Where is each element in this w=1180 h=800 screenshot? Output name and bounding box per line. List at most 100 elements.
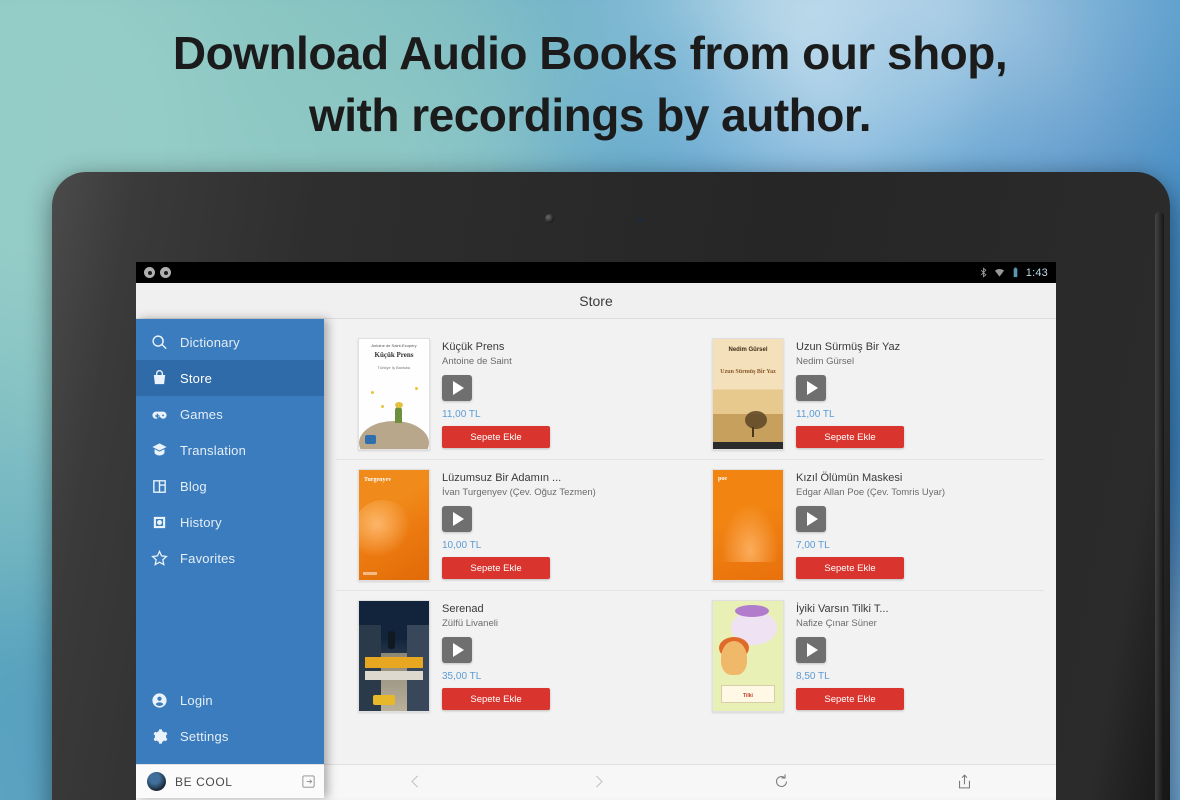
book-meta: Serenad Zülfü Livaneli 35,00 TL Sepete E… [442, 600, 690, 712]
sidebar-item-store[interactable]: Store [136, 360, 324, 396]
play-icon[interactable] [796, 506, 826, 532]
book-title: Küçük Prens [442, 341, 505, 353]
book-cover[interactable]: poe [712, 469, 784, 581]
tablet-device-frame: 1:43 Store Dictionary Store Games Transl… [52, 172, 1170, 800]
logout-icon[interactable] [301, 774, 316, 789]
sidebar-item-login[interactable]: Login [136, 682, 324, 718]
sidebar-item-label: Games [180, 406, 223, 422]
book-author: Edgar Allan Poe (Çev. Tomris Uyar) [796, 487, 946, 498]
refresh-icon[interactable] [690, 773, 873, 790]
avatar [147, 772, 166, 791]
forward-chevron-icon[interactable] [507, 773, 690, 790]
sidebar-item-history[interactable]: History [136, 504, 324, 540]
cover-title: poe [718, 476, 727, 482]
drawer-primary-section: Dictionary Store Games Translation Blog … [136, 319, 324, 576]
cover-swirl-shape [359, 500, 413, 560]
sidebar-item-label: Blog [180, 478, 207, 494]
star-icon [415, 387, 418, 390]
cover-author-band [365, 657, 423, 668]
sidebar-item-settings[interactable]: Settings [136, 718, 324, 754]
back-chevron-icon[interactable] [324, 773, 507, 790]
sidebar-item-translation[interactable]: Translation [136, 432, 324, 468]
star-icon [371, 391, 374, 394]
table-row: Serenad Zülfü Livaneli 35,00 TL Sepete E… [336, 591, 1044, 721]
book-title: Serenad [442, 603, 484, 615]
book-cover[interactable]: Turgenyev [358, 469, 430, 581]
cover-author: Antoine de Saint-Exupéry [371, 343, 417, 348]
cover-wall-right [407, 625, 429, 711]
store-book-list[interactable]: Antoine de Saint-Exupéry Küçük Prens Tür… [324, 319, 1056, 798]
book-card[interactable]: Nedim Gürsel Uzun Sürmüş Bir Yaz Uzun Sü… [690, 338, 1044, 450]
sidebar-item-label: Translation [180, 442, 247, 458]
play-icon[interactable] [796, 637, 826, 663]
add-to-cart-button[interactable]: Sepete Ekle [442, 426, 550, 448]
drawer-spacer [136, 576, 324, 682]
sidebar-item-label: Settings [180, 728, 229, 744]
sidebar-item-label: History [180, 514, 222, 530]
blog-icon [150, 477, 169, 496]
book-meta: Küçük Prens Antoine de Saint 11,00 TL Se… [442, 338, 690, 450]
book-title: Lüzumsuz Bir Adamın ... [442, 472, 562, 484]
play-icon[interactable] [442, 637, 472, 663]
navigation-drawer: Dictionary Store Games Translation Blog … [136, 319, 324, 798]
add-to-cart-button[interactable]: Sepete Ekle [442, 557, 550, 579]
table-row: Antoine de Saint-Exupéry Küçük Prens Tür… [336, 329, 1044, 460]
tree-shape-icon [745, 411, 768, 429]
book-price: 11,00 TL [442, 409, 481, 420]
cover-car-icon [373, 695, 395, 705]
history-icon [150, 513, 169, 532]
game-icon [150, 405, 169, 424]
battery-icon [1013, 267, 1018, 278]
front-camera-icon [545, 214, 554, 223]
book-meta: Uzun Sürmüş Bir Yaz Nedim Gürsel 11,00 T… [796, 338, 1044, 450]
add-to-cart-button[interactable]: Sepete Ekle [796, 688, 904, 710]
book-meta: Lüzumsuz Bir Adamın ... İvan Turgenyev (… [442, 469, 690, 581]
cover-title: Küçük Prens [374, 351, 414, 359]
cover-bottom-band [713, 442, 783, 449]
book-title: Kızıl Ölümün Maskesi [796, 472, 903, 484]
tree-trunk-icon [751, 427, 754, 437]
add-to-cart-button[interactable]: Sepete Ekle [796, 426, 904, 448]
sidebar-item-label: Login [180, 692, 213, 708]
book-cover[interactable]: Tilki [712, 600, 784, 712]
user-icon [150, 691, 169, 710]
cover-girl-figure [721, 641, 747, 675]
book-cover[interactable]: Nedim Gürsel Uzun Sürmüş Bir Yaz [712, 338, 784, 450]
cover-figure-icon [388, 631, 396, 649]
add-to-cart-button[interactable]: Sepete Ekle [796, 557, 904, 579]
notification-dot-icon [144, 267, 155, 278]
bottom-navigation-bar [324, 764, 1056, 798]
sidebar-item-games[interactable]: Games [136, 396, 324, 432]
add-to-cart-button[interactable]: Sepete Ekle [442, 688, 550, 710]
book-card[interactable]: Turgenyev Lüzumsuz Bir Adamın ... İvan T… [336, 469, 690, 581]
gear-icon [150, 727, 169, 746]
book-card[interactable]: Tilki İyiki Varsın Tilki T... Nafize Çın… [690, 600, 1044, 712]
play-icon[interactable] [442, 506, 472, 532]
action-bar: Store [136, 283, 1056, 319]
play-icon[interactable] [442, 375, 472, 401]
share-icon[interactable] [873, 773, 1056, 790]
book-card[interactable]: Serenad Zülfü Livaneli 35,00 TL Sepete E… [336, 600, 690, 712]
book-meta: İyiki Varsın Tilki T... Nafize Çınar Sün… [796, 600, 1044, 712]
light-sensor-icon [638, 217, 643, 222]
book-title: Uzun Sürmüş Bir Yaz [796, 341, 901, 353]
book-card[interactable]: Antoine de Saint-Exupéry Küçük Prens Tür… [336, 338, 690, 450]
cover-hat-shape [735, 605, 769, 617]
book-price: 11,00 TL [796, 409, 835, 420]
sidebar-item-favorites[interactable]: Favorites [136, 540, 324, 576]
book-cover[interactable]: Antoine de Saint-Exupéry Küçük Prens Tür… [358, 338, 430, 450]
headline-line-2: with recordings by author. [308, 89, 872, 141]
drawer-user-footer[interactable]: BE COOL [136, 764, 324, 798]
tablet-screen: 1:43 Store Dictionary Store Games Transl… [136, 262, 1056, 800]
sidebar-item-dictionary[interactable]: Dictionary [136, 324, 324, 360]
sidebar-item-blog[interactable]: Blog [136, 468, 324, 504]
status-bar: 1:43 [136, 262, 1056, 283]
book-card[interactable]: poe Kızıl Ölümün Maskesi Edgar Allan Poe… [690, 469, 1044, 581]
book-title: İyiki Varsın Tilki T... [796, 603, 889, 615]
notification-dot-icon [160, 267, 171, 278]
cover-bottom-band [363, 572, 377, 575]
table-row: Turgenyev Lüzumsuz Bir Adamın ... İvan T… [336, 460, 1044, 591]
book-cover[interactable] [358, 600, 430, 712]
play-icon[interactable] [796, 375, 826, 401]
cover-title: Uzun Sürmüş Bir Yaz [720, 369, 776, 375]
